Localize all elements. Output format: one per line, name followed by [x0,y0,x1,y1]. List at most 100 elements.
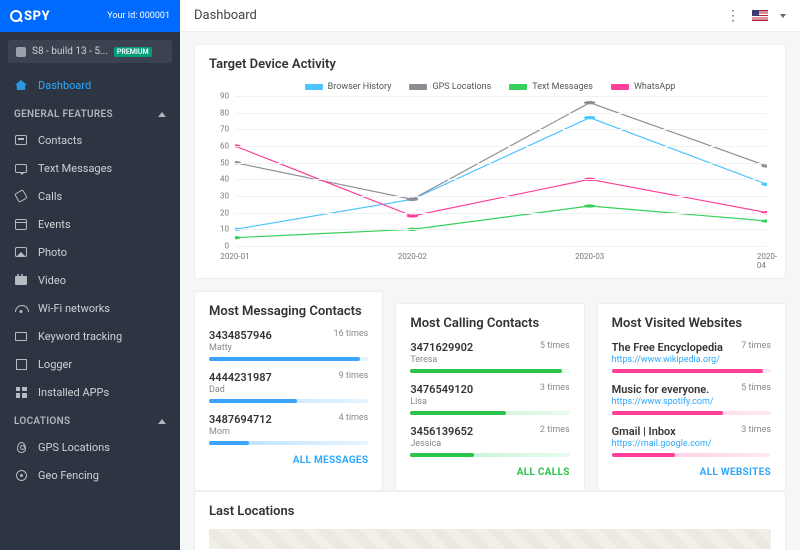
legend-label: Text Messages [532,82,593,92]
card-title: Most Calling Contacts [410,316,569,331]
all-websites-link[interactable]: ALL WEBSITES [612,467,771,478]
messaging-card: Most Messaging Contacts 343485794616 tim… [194,291,383,491]
list-entry: 34876947124 timesMom [209,413,368,445]
x-tick: 2020-04 [757,252,777,270]
legend-label: GPS Locations [432,82,491,92]
sidebar-item-dashboard[interactable]: Dashboard [0,71,180,99]
entry-link[interactable]: https://www.wikipedia.org/ [612,355,771,365]
bar-track [612,411,771,415]
sidebar-label: Installed APPs [38,386,109,399]
page-title: Dashboard [194,8,257,23]
list-entry: Gmail | Inbox3 timeshttps://mail.google.… [612,425,771,457]
sidebar-item-events[interactable]: Events [0,210,180,238]
caret-down-icon[interactable] [780,14,786,18]
sidebar-label: Text Messages [38,162,112,175]
grid-line [235,179,767,180]
grid-line [235,213,767,214]
sidebar-item-keyword[interactable]: Keyword tracking [0,322,180,350]
bar-fill [612,411,724,415]
flag-us-icon[interactable] [752,10,768,21]
list-entry: The Free Encyclopedia7 timeshttps://www.… [612,341,771,373]
y-tick: 80 [220,108,229,117]
device-selector[interactable]: S8 - build 13 - 5... PREMIUM [8,40,172,63]
entry-link[interactable]: https://mail.google.com/ [612,439,771,449]
device-name: S8 - build 13 - 5... [32,46,108,57]
grid-line [235,229,767,230]
all-messages-link[interactable]: ALL MESSAGES [209,455,368,466]
entry-title: 3456139652 [410,425,473,438]
panels-row: Most Messaging Contacts 343485794616 tim… [194,291,786,491]
chart-svg [235,96,767,246]
sidebar-label: Geo Fencing [38,469,99,482]
legend-item[interactable]: WhatsApp [611,82,675,92]
entry-sub: Dad [209,385,368,395]
general-list: Contacts Text Messages Calls Events Phot… [0,126,180,406]
entry-count: 4 times [339,413,369,426]
sidebar-label: Dashboard [38,79,91,92]
chart-point [584,204,596,207]
legend-item[interactable]: GPS Locations [409,82,491,92]
section-label: LOCATIONS [14,416,70,427]
sidebar-item-geofence[interactable]: Geo Fencing [0,461,180,489]
grid-line [235,113,767,114]
logger-icon [14,357,28,371]
bar-track [209,441,368,445]
all-calls-link[interactable]: ALL CALLS [410,467,569,478]
entry-link[interactable]: https://www.spotify.com/ [612,397,771,407]
bar-fill [410,411,506,415]
legend-item[interactable]: Text Messages [509,82,593,92]
sidebar-label: Contacts [38,134,82,147]
map-placeholder [209,529,771,549]
bar-track [410,369,569,373]
card-title: Most Messaging Contacts [209,304,368,319]
message-icon [14,161,28,175]
x-axis: 2020-012020-022020-032020-04 [235,248,767,266]
photo-icon [14,245,28,259]
last-locations-card: Last Locations [194,491,786,550]
main: Dashboard ⋮ Target Device Activity Brows… [180,0,800,550]
entry-title: 3434857946 [209,329,272,342]
kebab-menu-icon[interactable]: ⋮ [726,9,740,23]
list-entry: 343485794616 timesMatty [209,329,368,361]
entry-title: 3476549120 [410,383,473,396]
list-entry: 34561396522 timesJessica [410,425,569,457]
sidebar-item-logger[interactable]: Logger [0,350,180,378]
entry-title: 3487694712 [209,413,272,426]
content: Target Device Activity Browser HistoryGP… [180,32,800,550]
sidebar-item-text-messages[interactable]: Text Messages [0,154,180,182]
sidebar-item-contacts[interactable]: Contacts [0,126,180,154]
chart-area: 0102030405060708090 2020-012020-022020-0… [209,96,771,266]
sidebar-item-gps[interactable]: GPS Locations [0,433,180,461]
sidebar-item-photo[interactable]: Photo [0,238,180,266]
sidebar-label: GPS Locations [38,441,110,454]
section-general[interactable]: GENERAL FEATURES [0,99,180,126]
y-tick: 70 [220,125,229,134]
list-entry: Music for everyone.5 timeshttps://www.sp… [612,383,771,415]
sidebar-item-video[interactable]: Video [0,266,180,294]
x-tick: 2020-02 [398,252,427,261]
bar-track [612,369,771,373]
entry-count: 5 times [540,341,570,354]
bar-fill [612,369,763,373]
sidebar: SPY Your Id: 000001 S8 - build 13 - 5...… [0,0,180,550]
legend-item[interactable]: Browser History [305,82,392,92]
wifi-icon [14,301,28,315]
grid-line [235,129,767,130]
sidebar-header: SPY Your Id: 000001 [0,0,180,32]
bar-track [209,399,368,403]
sidebar-item-calls[interactable]: Calls [0,182,180,210]
section-locations[interactable]: LOCATIONS [0,406,180,433]
entry-sub: Lisa [410,397,569,407]
chart-line [235,146,767,216]
section-label: GENERAL FEATURES [14,109,113,120]
grid-line [235,96,767,97]
sidebar-label: Events [38,218,71,231]
sidebar-item-wifi[interactable]: Wi-Fi networks [0,294,180,322]
bar-fill [209,399,297,403]
sidebar-item-apps[interactable]: Installed APPs [0,378,180,406]
home-icon [14,78,28,92]
bar-fill [612,453,676,457]
legend-label: WhatsApp [634,82,675,92]
sidebar-label: Wi-Fi networks [38,302,110,315]
android-icon [16,47,26,57]
